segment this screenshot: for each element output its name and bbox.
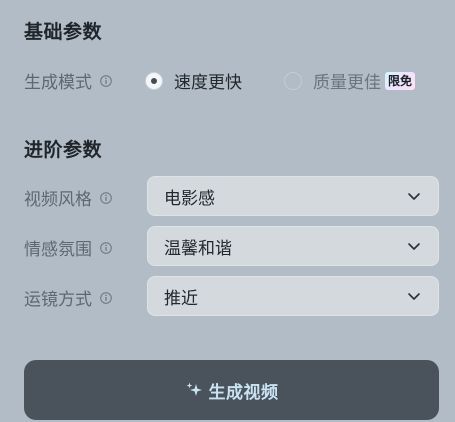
chevron-down-icon bbox=[407, 189, 421, 203]
radio-quality-label: 质量更佳 bbox=[313, 73, 381, 93]
camera-movement-value: 推近 bbox=[164, 288, 198, 309]
radio-selected-icon bbox=[145, 71, 163, 90]
basic-params-title: 基础参数 bbox=[24, 21, 103, 43]
mood-select[interactable]: 温馨和谐 bbox=[147, 226, 439, 266]
radio-speed[interactable]: 速度更快 bbox=[145, 68, 242, 93]
generation-mode-label: 生成模式 bbox=[24, 68, 112, 93]
video-style-value: 电影感 bbox=[164, 188, 215, 209]
advanced-params-title: 进阶参数 bbox=[24, 139, 103, 161]
camera-movement-label: 运镜方式 bbox=[24, 285, 112, 310]
camera-movement-select[interactable]: 推近 bbox=[147, 276, 439, 316]
info-icon[interactable] bbox=[100, 291, 112, 304]
video-style-label: 视频风格 bbox=[24, 185, 112, 210]
video-style-select[interactable]: 电影感 bbox=[147, 176, 439, 216]
radio-quality[interactable]: 质量更佳 限免 bbox=[284, 68, 416, 93]
video-style-label-text: 视频风格 bbox=[24, 190, 92, 210]
mood-label: 情感氛围 bbox=[24, 235, 112, 260]
radio-speed-label: 速度更快 bbox=[174, 73, 242, 93]
mood-label-text: 情感氛围 bbox=[24, 240, 92, 260]
generate-video-button[interactable]: 生成视频 bbox=[24, 360, 439, 420]
free-badge: 限免 bbox=[385, 71, 416, 90]
mood-value: 温馨和谐 bbox=[164, 238, 232, 259]
radio-unselected-icon bbox=[284, 71, 302, 90]
chevron-down-icon bbox=[407, 289, 421, 303]
camera-movement-label-text: 运镜方式 bbox=[24, 290, 92, 310]
chevron-down-icon bbox=[407, 239, 421, 253]
info-icon[interactable] bbox=[100, 241, 112, 254]
info-icon[interactable] bbox=[100, 74, 112, 87]
sparkle-icon bbox=[185, 381, 203, 399]
generate-video-label: 生成视频 bbox=[208, 382, 279, 403]
generation-mode-label-text: 生成模式 bbox=[24, 73, 92, 93]
info-icon[interactable] bbox=[100, 191, 112, 204]
